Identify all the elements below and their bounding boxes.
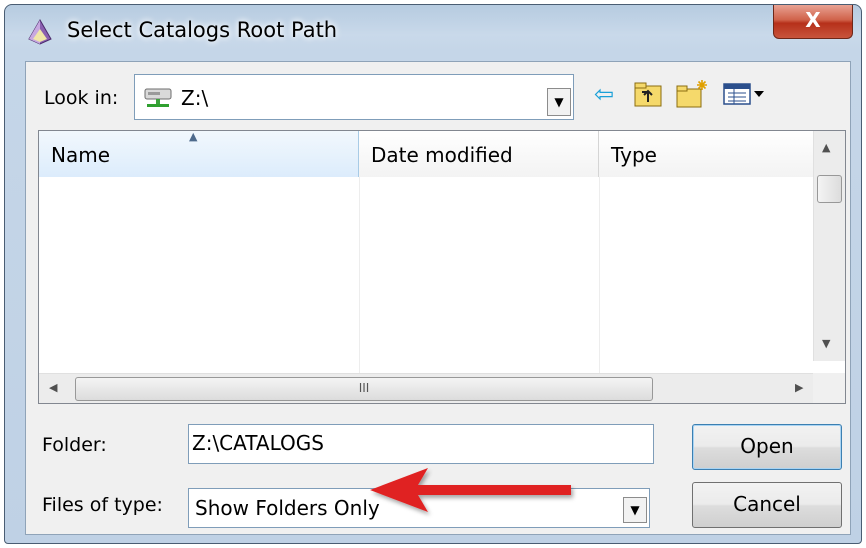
file-list[interactable]: ▲ Name Date modified Type ▲ ▼ ◀ III ▶ [38,130,846,404]
scrollbar-corner [813,373,845,403]
red-arrow-annotation [370,468,571,512]
column-divider [599,177,600,383]
dialog-body: Look in: Z:\ ▼ ⇦ ▲ Name Date modified Ty… [25,61,851,535]
up-folder-icon[interactable] [630,76,666,112]
scroll-right-icon[interactable]: ▶ [795,381,803,394]
vertical-scroll-thumb[interactable] [817,175,842,203]
new-folder-icon[interactable] [674,76,710,112]
files-of-type-dropdown-arrow[interactable]: ▼ [623,497,647,523]
horizontal-scroll-thumb[interactable]: III [75,377,653,401]
close-button[interactable]: X [773,5,853,39]
network-drive-icon [144,88,172,107]
folder-label: Folder: [42,434,107,456]
look-in-combo[interactable]: Z:\ ▼ [134,74,574,120]
title-bar[interactable]: Select Catalogs Root Path X [5,5,861,55]
app-icon [28,19,52,45]
cancel-button[interactable]: Cancel [692,482,842,528]
scroll-down-icon[interactable]: ▼ [822,337,830,350]
column-header-type[interactable]: Type [599,131,815,177]
column-header-date-modified[interactable]: Date modified [359,131,599,177]
vertical-scrollbar[interactable]: ▲ ▼ [813,131,845,361]
files-of-type-label: Files of type: [42,494,163,516]
column-header-name[interactable]: ▲ Name [39,131,359,177]
view-menu-icon[interactable] [720,76,768,112]
scroll-up-icon[interactable]: ▲ [822,141,830,154]
folder-input[interactable]: Z:\CATALOGS [188,424,654,464]
scroll-left-icon[interactable]: ◀ [49,381,57,394]
look-in-label: Look in: [44,87,119,109]
open-button[interactable]: Open [692,424,842,470]
window-title: Select Catalogs Root Path [67,18,338,42]
sort-ascending-icon: ▲ [189,130,198,143]
dialog-window: Select Catalogs Root Path X Look in: Z:\… [4,4,862,544]
look-in-value: Z:\ [181,86,209,110]
back-arrow-icon[interactable]: ⇦ [586,76,622,112]
horizontal-scrollbar[interactable]: ◀ III ▶ [39,373,815,403]
look-in-dropdown-arrow[interactable]: ▼ [547,88,571,116]
files-of-type-value: Show Folders Only [195,496,380,520]
column-divider [359,177,360,383]
